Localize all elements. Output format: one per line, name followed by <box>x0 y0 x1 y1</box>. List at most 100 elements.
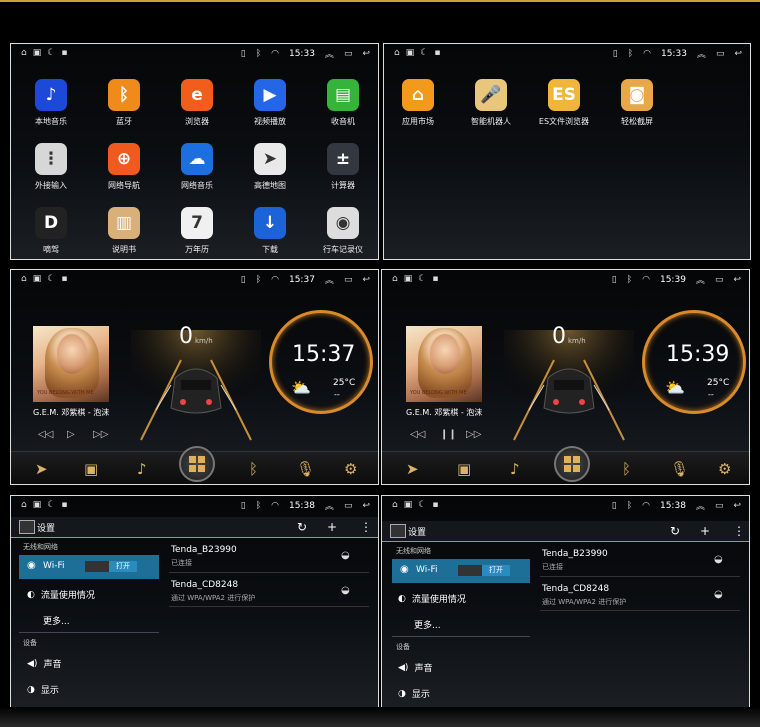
home-button[interactable] <box>554 446 590 482</box>
settings-app-icon[interactable] <box>390 524 406 538</box>
grid-icon <box>564 456 580 472</box>
home-nav-icon[interactable]: ⌂ <box>21 48 27 58</box>
home2-app-3[interactable]: ES ES文件浏览器 <box>534 79 594 127</box>
moon-icon: ☾ <box>418 274 427 284</box>
sound-row[interactable]: ◀) 声音 <box>27 657 61 671</box>
home1-app-12[interactable]: ▥ 说明书 <box>94 207 154 255</box>
overflow-menu-icon[interactable]: ⋮ <box>360 520 372 534</box>
home2-app-2[interactable]: 🎤 智能机器人 <box>461 79 521 127</box>
navigation-icon[interactable]: ➤ <box>406 460 419 478</box>
display-row[interactable]: ◑ 显示 <box>27 683 59 697</box>
next-track-icon[interactable]: ▷▷ <box>93 429 108 440</box>
home-nav-icon[interactable]: ⌂ <box>21 274 27 284</box>
back-icon[interactable]: ↩ <box>733 275 741 285</box>
back-icon[interactable]: ↩ <box>362 49 370 59</box>
home1-app-6[interactable]: ⋮ 外接输入 <box>21 143 81 191</box>
radio-icon[interactable]: ▣ <box>84 460 98 478</box>
home1-app-3[interactable]: e 浏览器 <box>167 79 227 127</box>
wifi-toggle[interactable]: 打开 <box>85 561 137 572</box>
home1-app-15[interactable]: ◉ 行车记录仪 <box>313 207 373 255</box>
more-row[interactable]: 更多... <box>43 614 70 627</box>
overflow-menu-icon[interactable]: ⋮ <box>733 524 745 538</box>
back-icon[interactable]: ↩ <box>362 501 370 511</box>
network-1-name[interactable]: Tenda_B23990 <box>542 549 608 559</box>
dashboard-screen-1: ⌂ ▣ ☾ ▪ ▯ ᛒ ◠ 15:37 ︽ ▭ ↩ YOU BELONG WIT… <box>10 269 379 485</box>
toggle-on-label: 打开 <box>109 561 137 572</box>
home1-app-4[interactable]: ▶ 视频播放 <box>240 79 300 127</box>
wifi-row[interactable]: ◉ Wi-Fi 打开 <box>392 559 530 583</box>
settings-gear-icon[interactable]: ⚙ <box>718 460 731 478</box>
network-2-name[interactable]: Tenda_CD8248 <box>542 584 609 594</box>
recent-apps-icon[interactable]: ▭ <box>344 501 353 511</box>
home1-app-9[interactable]: ➤ 高德地图 <box>240 143 300 191</box>
home1-app-11[interactable]: D 嘀驾 <box>21 207 81 255</box>
home2-app-4[interactable]: ◙ 轻松截屏 <box>607 79 667 127</box>
track-title: G.E.M. 邓紫棋 - 泡沫 <box>406 408 483 417</box>
home-button[interactable] <box>179 446 215 482</box>
bluetooth-icon[interactable]: ᛒ <box>249 460 258 478</box>
status-bar: ⌂ ▣ ☾ ▪ ▯ ᛒ ◠ 15:37 ︽ ▭ ↩ <box>11 270 378 290</box>
refresh-icon[interactable]: ↻ <box>297 520 307 534</box>
play-icon[interactable]: ▷ <box>67 429 75 440</box>
moon-icon: ☾ <box>47 274 56 284</box>
sound-row[interactable]: ◀) 声音 <box>398 661 432 675</box>
chevron-up-icon[interactable]: ︽ <box>325 499 334 512</box>
back-icon[interactable]: ↩ <box>362 275 370 285</box>
settings-gear-icon[interactable]: ⚙ <box>344 460 357 478</box>
home2-app-1[interactable]: ⌂ 应用市场 <box>388 79 448 127</box>
data-usage-row[interactable]: ◐ 流量使用情况 <box>27 588 95 602</box>
more-row[interactable]: 更多... <box>414 618 441 631</box>
album-art[interactable]: YOU BELONG WITH ME <box>406 326 482 402</box>
home-nav-icon[interactable]: ⌂ <box>21 500 27 510</box>
network-1-name[interactable]: Tenda_B23990 <box>171 545 237 555</box>
back-icon[interactable]: ↩ <box>734 49 742 59</box>
home1-app-1[interactable]: ♪ 本地音乐 <box>21 79 81 127</box>
network-2-status: 通过 WPA/WPA2 进行保护 <box>171 594 256 602</box>
add-icon[interactable]: + <box>700 524 710 538</box>
recent-apps-icon[interactable]: ▭ <box>716 49 725 59</box>
next-track-icon[interactable]: ▷▷ <box>466 429 481 440</box>
display-row[interactable]: ◑ 显示 <box>398 687 430 701</box>
recent-apps-icon[interactable]: ▭ <box>715 275 724 285</box>
app-label: 高德地图 <box>254 181 286 190</box>
wifi-row[interactable]: ◉ Wi-Fi 打开 <box>19 555 159 579</box>
add-icon[interactable]: + <box>327 520 337 534</box>
chevron-up-icon[interactable]: ︽ <box>325 273 334 286</box>
home-nav-icon[interactable]: ⌂ <box>394 48 400 58</box>
recent-apps-icon[interactable]: ▭ <box>344 49 353 59</box>
home-nav-icon[interactable]: ⌂ <box>392 274 398 284</box>
music-icon[interactable]: ♪ <box>510 460 520 478</box>
recent-apps-icon[interactable]: ▭ <box>344 275 353 285</box>
home1-app-10[interactable]: ± 计算器 <box>313 143 373 191</box>
moon-icon: ☾ <box>418 500 427 510</box>
back-icon[interactable]: ↩ <box>733 501 741 511</box>
previous-track-icon[interactable]: ◁◁ <box>38 429 53 440</box>
chevron-up-icon[interactable]: ︽ <box>325 47 334 60</box>
recent-apps-icon[interactable]: ▭ <box>715 501 724 511</box>
refresh-icon[interactable]: ↻ <box>670 524 680 538</box>
home1-app-5[interactable]: ▤ 收音机 <box>313 79 373 127</box>
home1-app-2[interactable]: ᛒ 蓝牙 <box>94 79 154 127</box>
album-art[interactable]: YOU BELONG WITH ME <box>33 326 109 402</box>
music-icon[interactable]: ♪ <box>137 460 147 478</box>
microphone-icon[interactable]: 🎙 <box>670 460 689 478</box>
home1-app-13[interactable]: 7 万年历 <box>167 207 227 255</box>
home-nav-icon[interactable]: ⌂ <box>392 500 398 510</box>
wifi-toggle[interactable]: 打开 <box>458 565 510 576</box>
bluetooth-icon[interactable]: ᛒ <box>622 460 631 478</box>
data-usage-row[interactable]: ◐ 流量使用情况 <box>398 592 466 606</box>
chevron-up-icon[interactable]: ︽ <box>696 273 705 286</box>
network-2-name[interactable]: Tenda_CD8248 <box>171 580 238 590</box>
settings-app-icon[interactable] <box>19 520 35 534</box>
wifi-status-icon: ◠ <box>643 48 651 59</box>
previous-track-icon[interactable]: ◁◁ <box>410 429 425 440</box>
navigation-icon[interactable]: ➤ <box>35 460 48 478</box>
pause-icon[interactable]: ❙❙ <box>440 429 457 440</box>
radio-icon[interactable]: ▣ <box>457 460 471 478</box>
home1-app-7[interactable]: ⊕ 网络导航 <box>94 143 154 191</box>
home1-app-8[interactable]: ☁ 网络音乐 <box>167 143 227 191</box>
microphone-icon[interactable]: 🎙 <box>296 460 315 478</box>
chevron-up-icon[interactable]: ︽ <box>696 499 705 512</box>
home1-app-14[interactable]: ↓ 下载 <box>240 207 300 255</box>
chevron-up-icon[interactable]: ︽ <box>697 47 706 60</box>
